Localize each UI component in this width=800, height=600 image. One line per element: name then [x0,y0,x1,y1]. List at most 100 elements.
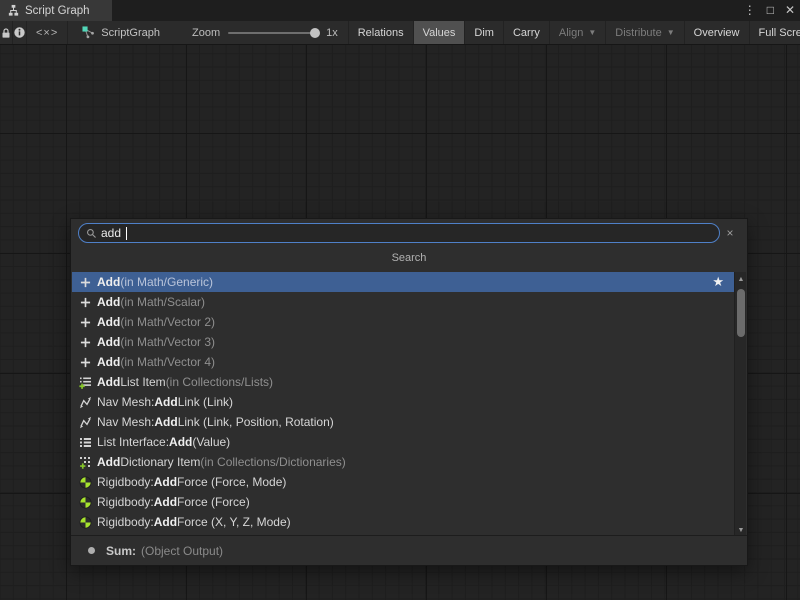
carry-button[interactable]: Carry [503,21,549,44]
align-button[interactable]: Align ▼ [549,21,605,44]
lock-button[interactable] [0,21,13,44]
scrollbar-thumb[interactable] [737,289,745,337]
scroll-up-button[interactable]: ▲ [735,273,747,285]
dot-icon [88,547,95,554]
result-row[interactable]: Add List Item (in Collections/Lists) [72,372,734,392]
nav-mesh-icon [78,415,93,429]
zoom-value: 1x [326,27,338,39]
info-button[interactable] [13,21,27,44]
result-row[interactable]: Add (in Math/Vector 3) [72,332,734,352]
graph-hierarchy-icon [7,4,20,17]
result-text-segment: Add [154,515,177,529]
popup-close-button[interactable]: × [720,226,740,240]
overview-button[interactable]: Overview [684,21,749,44]
result-text-segment: Dictionary Item [120,455,200,469]
result-text-segment: Nav Mesh: [97,415,154,429]
favorite-star-icon[interactable]: ★ [712,274,724,290]
zoom-slider-handle[interactable] [310,28,320,38]
zoom-slider[interactable] [228,32,318,34]
result-text-segment: Rigidbody: [97,495,154,509]
result-text-segment: (in Math/Vector 3) [120,335,215,349]
selection-detail-footer: Sum: (Object Output) [71,535,747,565]
result-row[interactable]: List Interface: Add (Value) [72,432,734,452]
result-text-segment: Add [97,315,120,329]
plus-icon [78,315,93,329]
result-text-segment: Add [97,275,120,289]
result-text-segment: (in Math/Vector 4) [120,355,215,369]
result-text-segment: Add [97,375,120,389]
result-text-segment: (in Math/Generic) [120,275,213,289]
result-text-segment: (in Math/Scalar) [120,295,205,309]
zoom-label: Zoom [192,27,220,39]
chevron-down-icon: ▼ [588,28,596,37]
result-text-segment: (in Collections/Dictionaries) [200,455,345,469]
button-label: Values [423,27,456,39]
result-text-segment: Add [169,435,192,449]
result-text-segment: Add [154,415,177,429]
node-graph-icon [82,26,95,39]
button-label: Dim [474,27,494,39]
button-label: Carry [513,27,540,39]
code-view-button[interactable]: <×> [27,21,68,44]
tab-label: Script Graph [25,5,90,17]
text-caret [126,227,127,240]
result-text-segment: Force (X, Y, Z, Mode) [177,515,291,529]
close-icon[interactable]: ✕ [785,0,795,21]
result-text-segment: Force (Force) [177,495,250,509]
result-row[interactable]: Add Dictionary Item (in Collections/Dict… [72,452,734,472]
result-text-segment: Rigidbody: [97,475,154,489]
result-text-segment: Add [97,335,120,349]
result-text-segment: (in Math/Vector 2) [120,315,215,329]
plus-icon [78,335,93,349]
result-row[interactable]: Nav Mesh: Add Link (Link) [72,392,734,412]
full-screen-button[interactable]: Full Screen [749,21,800,44]
search-input[interactable]: add [78,223,720,243]
rigidbody-icon [78,495,93,509]
button-label: Relations [358,27,404,39]
result-text-segment: Add [154,475,177,489]
result-row[interactable]: Rigidbody: Add Force (X, Y, Z, Mode) [72,512,734,532]
dim-button[interactable]: Dim [464,21,503,44]
relations-button[interactable]: Relations [348,21,413,44]
window-menu-icon[interactable]: ⋮ [744,0,756,21]
result-row[interactable]: Add (in Math/Vector 2) [72,312,734,332]
result-text-segment: Link (Link, Position, Rotation) [178,415,334,429]
graph-toolbar: <×> ScriptGraph Zoom 1x Relations Values D… [0,21,800,45]
button-label: Align [559,27,583,39]
code-view-icon: <×> [36,27,58,39]
result-text-segment: List Item [120,375,165,389]
plus-icon [78,295,93,309]
result-row[interactable]: Add (in Math/Scalar) [72,292,734,312]
result-row[interactable]: Nav Mesh: Add Link (Link, Position, Rota… [72,412,734,432]
add-dictionary-icon [78,455,93,469]
result-text-segment: (in Collections/Lists) [166,375,273,389]
search-icon [86,228,97,239]
result-text-segment: (Value) [192,435,230,449]
rigidbody-icon [78,475,93,489]
nav-mesh-icon [78,395,93,409]
list-icon [78,435,93,449]
result-text-segment: Add [154,495,177,509]
maximize-icon[interactable]: □ [767,0,774,21]
script-graph-window: Script Graph ⋮ □ ✕ [0,0,800,600]
fuzzy-finder-popup: add × Search Add (in Math/Generic)★Add (… [70,218,748,566]
footer-label: Sum: [106,544,136,558]
scrollbar[interactable]: ▲ ▼ [734,272,746,537]
values-button[interactable]: Values [413,21,465,44]
toolbar-buttons: Relations Values Dim Carry Align ▼ Distribute ▼… [348,21,800,44]
chevron-down-icon: ▼ [667,28,675,37]
tab-script-graph[interactable]: Script Graph [0,0,112,21]
result-row[interactable]: Rigidbody: Add Force (Force, Mode) [72,472,734,492]
result-text-segment: List Interface: [97,435,169,449]
result-row[interactable]: Rigidbody: Add Force (Force) [72,492,734,512]
footer-detail: (Object Output) [141,544,223,558]
graph-reference[interactable]: ScriptGraph [68,21,172,44]
button-label: Distribute [615,27,661,39]
result-row[interactable]: Add (in Math/Vector 4) [72,352,734,372]
result-text-segment: Nav Mesh: [97,395,154,409]
distribute-button[interactable]: Distribute ▼ [605,21,683,44]
add-list-icon [78,375,93,389]
result-row[interactable]: Add (in Math/Generic) ★ [72,272,734,292]
graph-name-label: ScriptGraph [101,27,160,39]
result-text-segment: Add [97,355,120,369]
